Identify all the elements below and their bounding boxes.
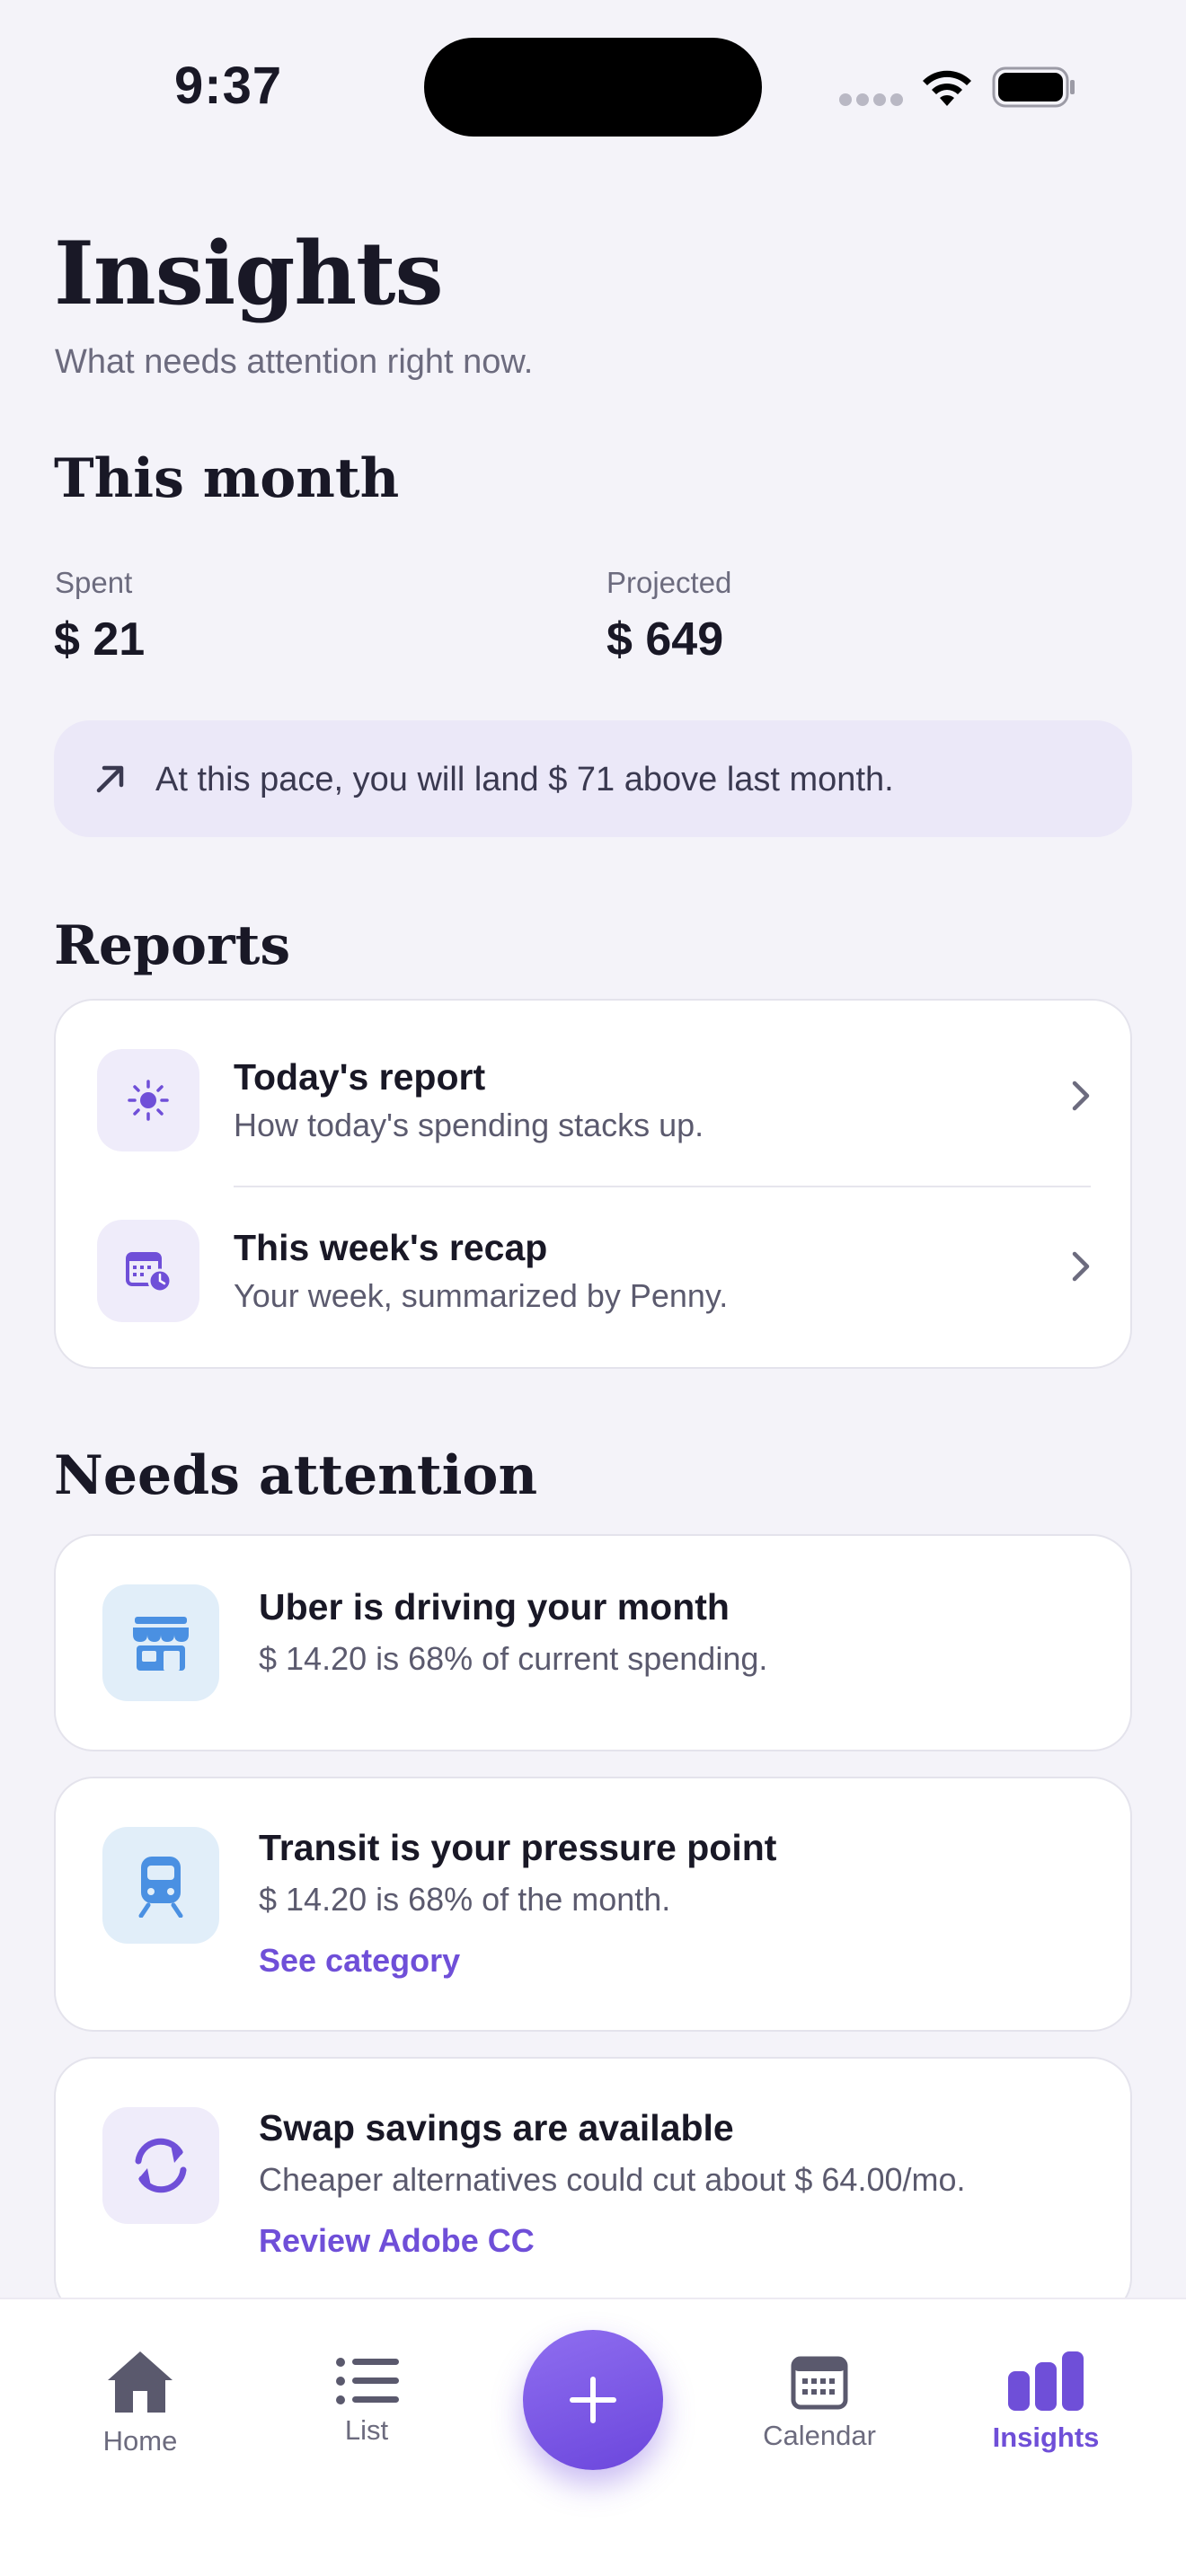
page-subtitle: What needs attention right now. — [55, 343, 534, 381]
plus-icon — [570, 2377, 616, 2423]
swap-arrows-icon — [102, 2107, 219, 2224]
storefront-icon — [102, 1584, 219, 1701]
tab-list[interactable]: List — [268, 2299, 465, 2479]
sun-icon — [97, 1049, 199, 1151]
attention-subtitle: Cheaper alternatives could cut about $ 6… — [259, 2161, 966, 2198]
chevron-right-icon — [1072, 1081, 1090, 1111]
status-bar: 9:37 — [0, 0, 1186, 171]
tab-label: Insights — [992, 2422, 1100, 2453]
report-subtitle: How today's spending stacks up. — [234, 1107, 704, 1143]
attention-title: Transit is your pressure point — [259, 1827, 777, 1868]
spent-value: $ 21 — [54, 613, 146, 666]
attention-card-transit[interactable]: Transit is your pressure point $ 14.20 i… — [54, 1777, 1132, 2032]
status-time: 9:37 — [174, 57, 283, 115]
bar-chart-icon — [1008, 2351, 1084, 2411]
attention-subtitle: $ 14.20 is 68% of the month. — [259, 1881, 671, 1918]
attention-title: Uber is driving your month — [259, 1586, 730, 1628]
pace-banner: At this pace, you will land $ 71 above l… — [54, 720, 1132, 837]
tab-label: List — [344, 2414, 389, 2446]
needs-attention-title: Needs attention — [54, 1444, 538, 1507]
report-title: Today's report — [234, 1056, 486, 1098]
tab-label: Home — [102, 2425, 178, 2457]
cellular-signal-icon — [839, 93, 903, 106]
this-month-title: This month — [54, 447, 400, 510]
projected-label: Projected — [606, 566, 732, 599]
attention-card-uber[interactable]: Uber is driving your month $ 14.20 is 68… — [54, 1534, 1132, 1751]
calendar-clock-icon — [97, 1220, 199, 1322]
battery-icon — [992, 66, 1075, 108]
reports-card: Today's report How today's spending stac… — [54, 999, 1132, 1369]
see-category-link[interactable]: See category — [259, 1942, 460, 1980]
house-icon — [108, 2351, 173, 2413]
attention-subtitle: $ 14.20 is 68% of current spending. — [259, 1640, 768, 1677]
dynamic-island — [424, 38, 762, 137]
page-title: Insights — [54, 223, 444, 324]
projected-value: $ 649 — [606, 613, 724, 666]
tram-icon — [102, 1827, 219, 1944]
report-title: This week's recap — [234, 1227, 548, 1268]
arrow-up-right-icon — [96, 765, 124, 793]
report-row-today[interactable]: Today's report How today's spending stac… — [56, 1001, 1130, 1186]
report-row-week[interactable]: This week's recap Your week, summarized … — [56, 1187, 1130, 1367]
reports-title: Reports — [54, 914, 291, 977]
add-button[interactable] — [523, 2330, 663, 2470]
tab-insights[interactable]: Insights — [947, 2299, 1145, 2479]
attention-title: Swap savings are available — [259, 2107, 734, 2148]
report-subtitle: Your week, summarized by Penny. — [234, 1277, 729, 1314]
tab-home[interactable]: Home — [41, 2299, 239, 2479]
tab-calendar[interactable]: Calendar — [721, 2299, 918, 2479]
attention-card-swap[interactable]: Swap savings are available Cheaper alter… — [54, 2057, 1132, 2317]
wifi-icon — [923, 70, 971, 106]
review-adobe-link[interactable]: Review Adobe CC — [259, 2222, 535, 2260]
list-icon — [336, 2358, 399, 2404]
chevron-right-icon — [1072, 1251, 1090, 1282]
pace-text: At this pace, you will land $ 71 above l… — [155, 761, 894, 798]
calendar-icon — [791, 2356, 848, 2410]
spent-label: Spent — [55, 566, 133, 599]
tab-label: Calendar — [763, 2420, 876, 2451]
